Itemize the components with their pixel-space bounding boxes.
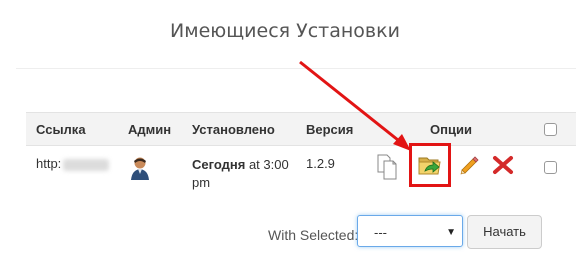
header-options: Опции [430, 122, 472, 137]
installed-date: Сегодня at 3:00 pm [192, 156, 289, 192]
table-row: http: Сегодня at 3:00 pm 1.2.9 [26, 143, 576, 196]
delete-icon[interactable] [492, 155, 514, 180]
installed-today: Сегодня [192, 157, 246, 172]
edit-icon[interactable] [458, 154, 480, 181]
copy-icon[interactable] [376, 154, 398, 185]
title-divider [16, 68, 576, 69]
installation-link[interactable]: http: [36, 156, 110, 171]
table-header: Ссылка Админ Установлено Версия Опции [26, 112, 576, 146]
link-redacted [63, 158, 110, 171]
header-link: Ссылка [36, 122, 86, 137]
header-admin: Админ [128, 122, 172, 137]
chevron-down-icon: ▼ [446, 227, 456, 238]
start-button[interactable]: Начать [467, 215, 542, 249]
header-installed: Установлено [192, 122, 275, 137]
link-prefix: http: [36, 156, 62, 171]
clone-icon[interactable] [418, 154, 442, 183]
header-version: Версия [306, 122, 354, 137]
admin-user-icon[interactable] [130, 156, 150, 185]
with-selected-dropdown[interactable]: --- ▼ [357, 215, 463, 247]
row-checkbox[interactable] [544, 161, 557, 174]
installed-ampm: pm [192, 175, 211, 190]
dropdown-value: --- [374, 225, 387, 240]
select-all-checkbox[interactable] [544, 123, 557, 136]
version-value: 1.2.9 [306, 156, 335, 171]
with-selected-label: With Selected: [268, 227, 359, 243]
page-title: Имеющиеся Установки [170, 20, 400, 42]
installed-time: at 3:00 [245, 157, 289, 172]
